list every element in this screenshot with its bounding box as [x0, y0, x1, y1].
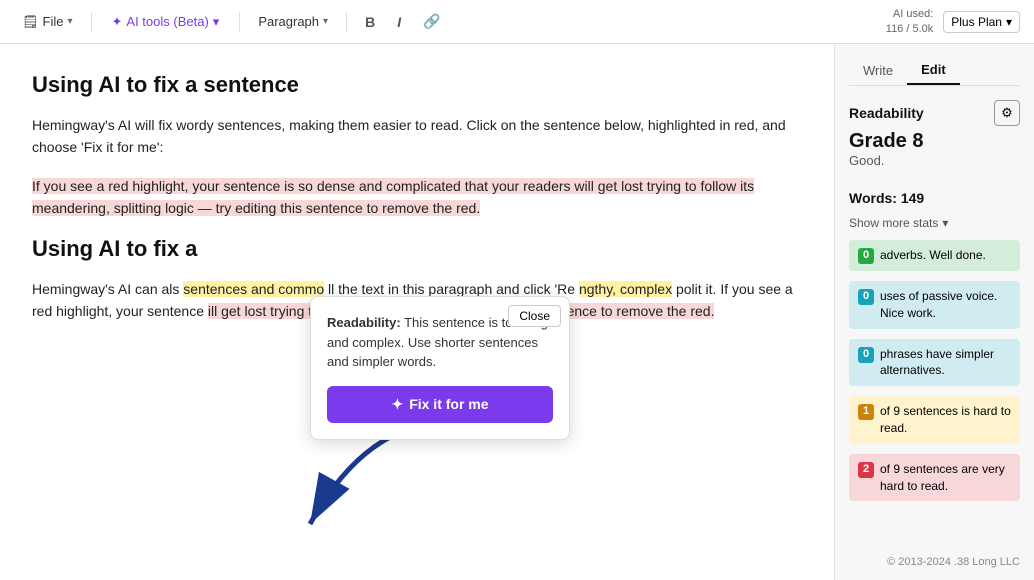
tooltip-popup: Close Readability: This sentence is too …: [310, 296, 570, 440]
adverbs-count: 0: [858, 248, 874, 264]
heading-2-text: Using AI to fix a: [32, 236, 197, 261]
file-chevron-icon: ▾: [67, 16, 72, 27]
fix-it-button[interactable]: ✦ Fix it for me: [327, 386, 553, 423]
ai-count: 116 / 5.0k: [886, 22, 934, 36]
para2-after: ll the text in this paragraph and click …: [328, 281, 575, 297]
paragraph-label: Paragraph: [258, 14, 319, 29]
readability-header: Readability ⚙: [849, 100, 1020, 126]
toolbar-divider-3: [346, 12, 347, 32]
stat-badge-very-hard: 2 of 9 sentences are very hard to read.: [849, 454, 1020, 502]
highlighted-paragraph: If you see a red highlight, your sentenc…: [32, 175, 802, 220]
toolbar: 🗒 File ▾ ✦ AI tools (Beta) ▾ Paragraph ▾…: [0, 0, 1034, 44]
paragraph-chevron-icon: ▾: [323, 16, 328, 27]
ai-tools-chevron-icon: ▾: [213, 14, 220, 30]
very-hard-text: of 9 sentences are very hard to read.: [880, 461, 1011, 495]
sidebar: Write Edit Readability ⚙ Grade 8 Good. W…: [834, 44, 1034, 580]
para2-yellow1: sentences and commo: [183, 281, 324, 297]
paragraph-selector[interactable]: Paragraph ▾: [250, 10, 336, 33]
stat-badge-phrases: 0 phrases have simpler alternatives.: [849, 339, 1020, 387]
file-button[interactable]: 🗒 File ▾: [14, 10, 81, 34]
passive-count: 0: [858, 289, 874, 305]
file-label: File: [43, 14, 64, 29]
toolbar-divider-1: [91, 12, 92, 32]
readability-settings-icon[interactable]: ⚙: [994, 100, 1020, 126]
heading-1: Using AI to fix a sentence: [32, 72, 802, 98]
tab-edit[interactable]: Edit: [907, 56, 960, 85]
readability-section: Readability ⚙ Grade 8 Good.: [849, 100, 1020, 168]
grade-text: Grade 8: [849, 130, 1020, 153]
words-count: Words: 149: [849, 190, 1020, 206]
para2-before: Hemingway's AI can als: [32, 281, 179, 297]
show-more-stats[interactable]: Show more stats ▾: [849, 216, 1020, 230]
very-hard-count: 2: [858, 462, 874, 478]
link-button[interactable]: 🔗: [415, 9, 448, 34]
ai-used-display: AI used: 116 / 5.0k: [886, 7, 934, 36]
stat-badge-adverbs: 0 adverbs. Well done.: [849, 240, 1020, 271]
show-more-stats-label: Show more stats: [849, 216, 938, 230]
hard-count: 1: [858, 404, 874, 420]
ai-tools-button[interactable]: ✦ AI tools (Beta) ▾: [102, 10, 230, 34]
italic-button[interactable]: I: [389, 10, 409, 34]
paragraph-1: Hemingway's AI will fix wordy sentences,…: [32, 114, 802, 159]
toolbar-right: AI used: 116 / 5.0k Plus Plan ▾: [886, 7, 1020, 36]
bold-button[interactable]: B: [357, 10, 383, 34]
plan-selector[interactable]: Plus Plan ▾: [943, 11, 1020, 33]
good-text: Good.: [849, 153, 1020, 168]
fix-it-sparkle-icon: ✦: [391, 396, 403, 413]
toolbar-divider-2: [239, 12, 240, 32]
phrases-text: phrases have simpler alternatives.: [880, 346, 1011, 380]
plan-chevron-icon: ▾: [1006, 15, 1012, 29]
ai-tools-label: AI tools (Beta): [126, 14, 208, 29]
editor[interactable]: Using AI to fix a sentence Hemingway's A…: [0, 44, 834, 580]
sparkle-icon: ✦: [112, 14, 123, 30]
file-doc-icon: 🗒: [22, 14, 39, 30]
heading-2: Using AI to fix a: [32, 236, 802, 262]
main-area: Using AI to fix a sentence Hemingway's A…: [0, 44, 1034, 580]
tab-write[interactable]: Write: [849, 56, 907, 85]
hard-text: of 9 sentences is hard to read.: [880, 403, 1011, 437]
stat-badge-hard: 1 of 9 sentences is hard to read.: [849, 396, 1020, 444]
sidebar-tabs: Write Edit: [849, 56, 1020, 86]
plan-label: Plus Plan: [951, 15, 1002, 29]
passive-text: uses of passive voice. Nice work.: [880, 288, 1011, 322]
para2-yellow2: ngthy, complex: [579, 281, 672, 297]
phrases-count: 0: [858, 347, 874, 363]
ai-used-label: AI used:: [893, 7, 933, 21]
popup-readability-label: Readability:: [327, 315, 401, 330]
adverbs-text: adverbs. Well done.: [880, 247, 986, 264]
close-button[interactable]: Close: [508, 305, 561, 327]
toolbar-left: 🗒 File ▾ ✦ AI tools (Beta) ▾ Paragraph ▾…: [14, 9, 878, 34]
fix-it-label: Fix it for me: [409, 396, 488, 412]
stat-badge-passive: 0 uses of passive voice. Nice work.: [849, 281, 1020, 329]
highlighted-sentence: If you see a red highlight, your sentenc…: [32, 178, 754, 216]
show-more-chevron-icon: ▾: [942, 216, 948, 230]
footer-text: © 2013-2024 .38 Long LLC: [849, 548, 1020, 568]
readability-title: Readability: [849, 105, 924, 121]
